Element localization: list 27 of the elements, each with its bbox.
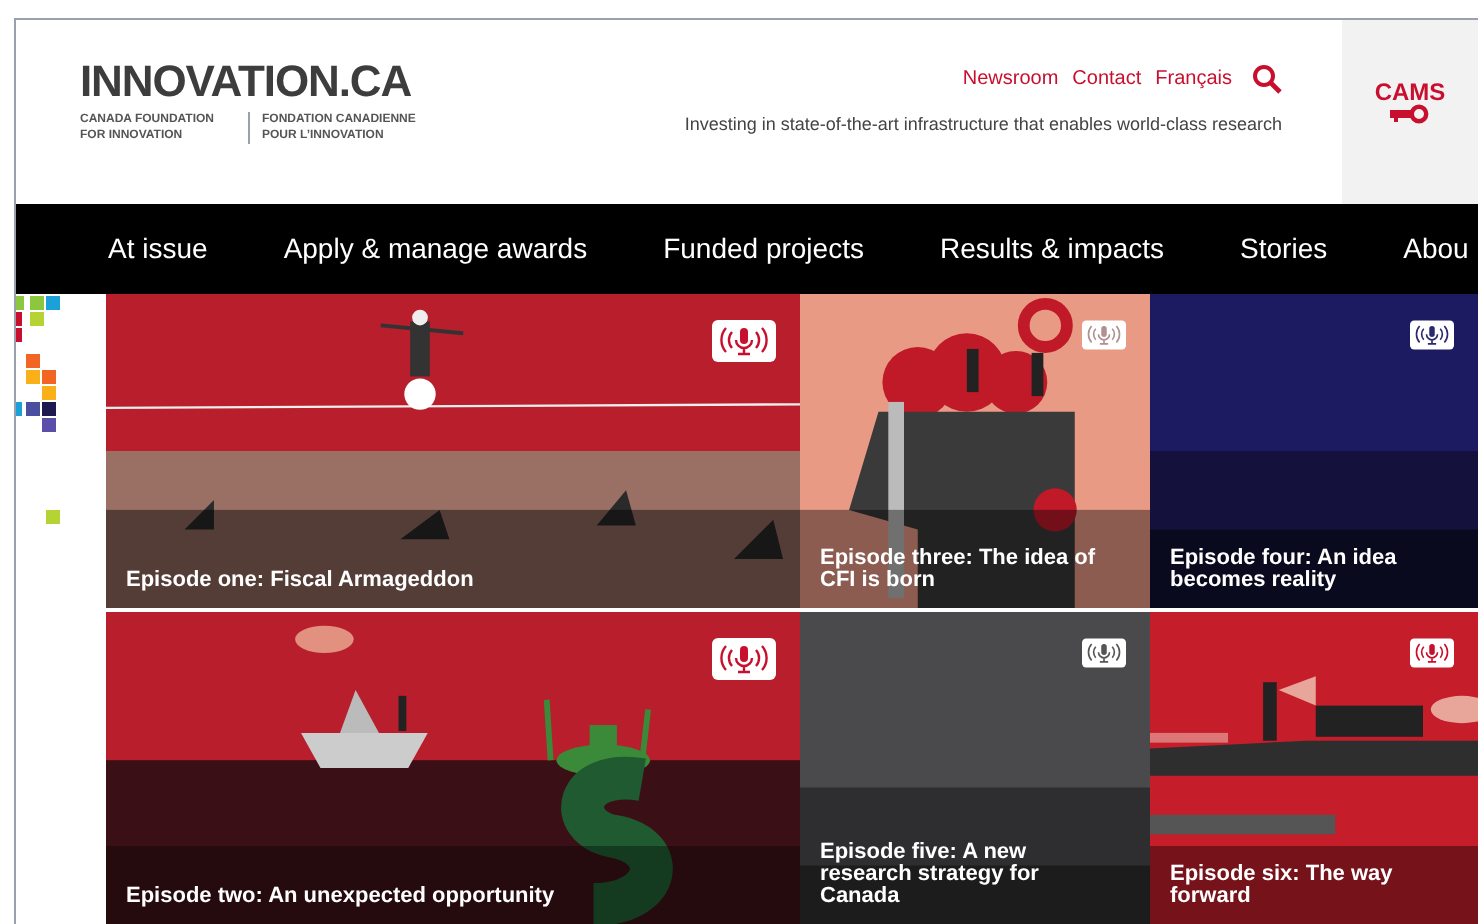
episode-title: Episode three: The idea of CFI is born xyxy=(820,548,1098,592)
podcast-tile[interactable]: Episode five: A new research strategy for Canada xyxy=(800,612,1150,924)
podcast-tile[interactable]: Episode six: The way forward xyxy=(1150,612,1478,924)
podcast-tile[interactable]: Episode three: The idea of CFI is born xyxy=(800,294,1150,608)
podcast-icon xyxy=(1410,638,1454,668)
podcast-icon xyxy=(1410,320,1454,350)
episode-title: Episode four: An idea becomes reality xyxy=(1170,548,1399,592)
episode-title: Episode five: A new research strategy for Canada xyxy=(820,842,1041,908)
cams-label: CAMS xyxy=(1374,80,1446,104)
header-link[interactable]: Newsroom xyxy=(962,64,1059,94)
nav-link[interactable]: Funded projects xyxy=(663,227,864,270)
key-icon xyxy=(1390,104,1430,124)
episode-title: Episode six: The way forward xyxy=(1170,864,1395,908)
nav-link[interactable]: At issue xyxy=(108,227,208,270)
header-link[interactable]: Français xyxy=(1155,64,1232,94)
nav-link[interactable]: Results & impacts xyxy=(939,227,1165,270)
podcast-icon xyxy=(1082,320,1126,350)
nav-link[interactable]: Apply & manage awards xyxy=(283,227,588,270)
podcast-icon xyxy=(1082,638,1126,668)
tagline: Investing in state-of-the-art infrastructure that enables world-class research xyxy=(684,112,1282,138)
nav-link[interactable]: Abou xyxy=(1403,227,1469,270)
podcast-tile[interactable]: Episode four: An idea becomes reality xyxy=(1150,294,1478,608)
search-icon[interactable] xyxy=(1252,64,1282,94)
header-link[interactable]: Contact xyxy=(1072,64,1142,94)
logo[interactable]: INNOVATION.CA xyxy=(80,60,536,104)
nav-link[interactable]: Stories xyxy=(1240,227,1328,270)
cams-panel[interactable]: CAMS xyxy=(1342,20,1478,204)
